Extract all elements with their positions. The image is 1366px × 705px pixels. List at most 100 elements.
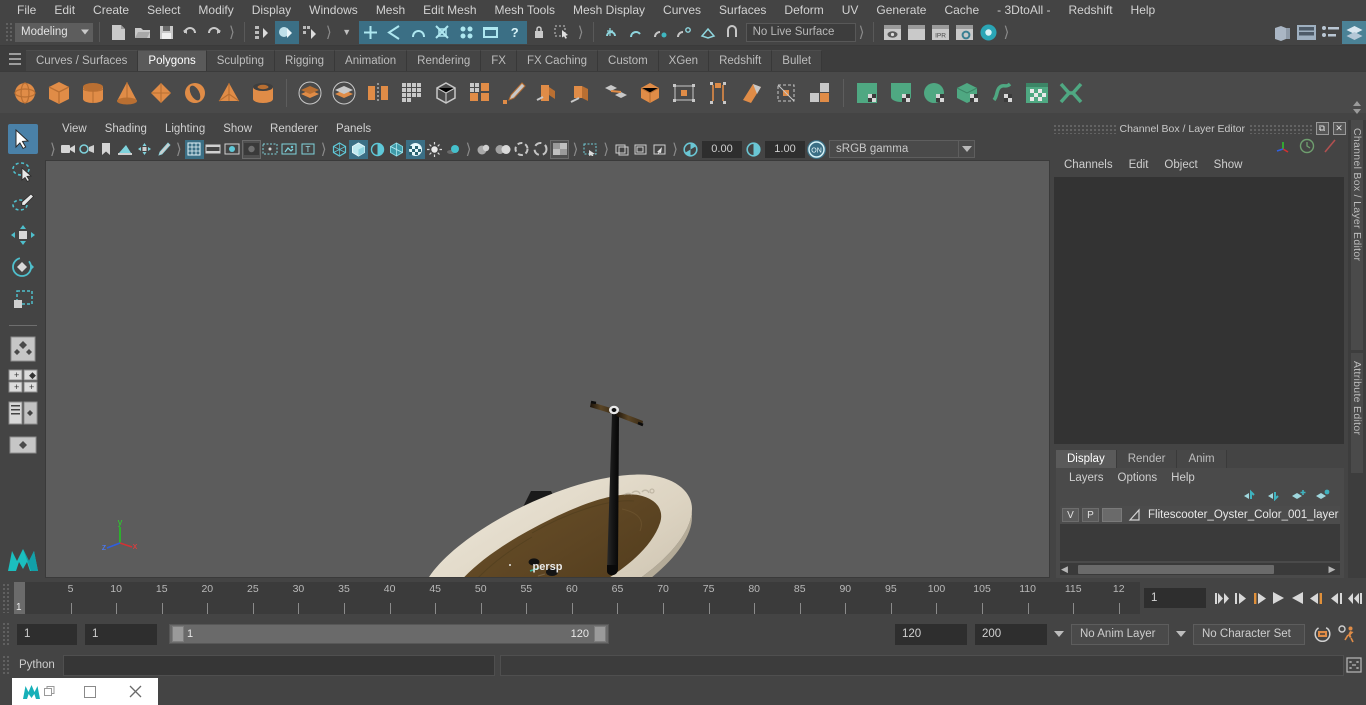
poly-cube-icon[interactable] xyxy=(42,76,76,110)
persp-graph-layout[interactable] xyxy=(8,398,38,428)
range-start-time-field[interactable]: 1 xyxy=(85,623,157,645)
select-camera-icon[interactable] xyxy=(59,140,78,159)
auto-keyframe-icon[interactable] xyxy=(1310,623,1334,645)
poly-plane-icon[interactable] xyxy=(144,76,178,110)
magnet-curve-icon[interactable] xyxy=(624,21,648,44)
step-back-frame-icon[interactable] xyxy=(1250,587,1269,609)
poly-append-icon[interactable] xyxy=(633,76,667,110)
shelf-tab-fx[interactable]: FX xyxy=(481,50,517,71)
range-end-handle[interactable] xyxy=(594,626,606,642)
magnet-plane-icon[interactable] xyxy=(696,21,720,44)
exposure-icon[interactable] xyxy=(681,140,700,159)
viewport-menu-shading[interactable]: Shading xyxy=(96,122,156,136)
poly-pyramid-icon[interactable] xyxy=(212,76,246,110)
select-by-object-icon[interactable] xyxy=(274,20,299,44)
menu-deform[interactable]: Deform xyxy=(775,1,832,19)
show-hide-tool-settings-icon[interactable] xyxy=(1318,21,1342,44)
character-set-selector[interactable]: No Character Set xyxy=(1193,623,1305,645)
poly-cylinder-icon[interactable] xyxy=(76,76,110,110)
xray-joints-icon[interactable] xyxy=(581,140,600,159)
menu-3dtoall[interactable]: - 3DtoAll - xyxy=(988,1,1059,19)
uv-unfold-icon[interactable] xyxy=(986,76,1020,110)
poly-cone-icon[interactable] xyxy=(110,76,144,110)
camera-attributes-icon[interactable] xyxy=(78,140,97,159)
panel-zoom-icon[interactable] xyxy=(631,140,650,159)
script-editor-icon[interactable] xyxy=(1345,655,1363,675)
menu-mesh[interactable]: Mesh xyxy=(367,1,414,19)
step-forward-frame-icon[interactable] xyxy=(1307,587,1326,609)
shelf-tab-curves-surfaces[interactable]: Curves / Surfaces xyxy=(26,50,139,71)
shelf-tab-rendering[interactable]: Rendering xyxy=(407,50,482,71)
snap-to-view-plane-icon[interactable] xyxy=(454,20,479,44)
command-input[interactable] xyxy=(62,654,495,676)
persp-outliner-layout[interactable]: + ◆ + + xyxy=(8,366,38,396)
viewport-menu-renderer[interactable]: Renderer xyxy=(261,122,327,136)
viewport-menu-show[interactable]: Show xyxy=(214,122,261,136)
viewport-menu-view[interactable]: View xyxy=(53,122,96,136)
wireframe-icon[interactable] xyxy=(330,140,349,159)
show-hide-channel-box-icon[interactable] xyxy=(1342,20,1366,44)
layer-tab-display[interactable]: Display xyxy=(1056,450,1117,468)
motion-blur-icon[interactable] xyxy=(493,140,512,159)
command-line-grip[interactable] xyxy=(2,655,11,675)
close-icon[interactable]: ✕ xyxy=(1332,122,1346,135)
menu-redshift[interactable]: Redshift xyxy=(1060,1,1122,19)
scroll-down-icon[interactable] xyxy=(1353,108,1361,114)
animation-start-time-field[interactable]: 1 xyxy=(17,623,77,645)
step-forward-keyframe-icon[interactable] xyxy=(1326,587,1345,609)
layer-list-horizontal-scrollbar[interactable]: ◀ ▶ xyxy=(1060,563,1341,575)
panel-drag-grip-right[interactable] xyxy=(1249,123,1312,134)
lights-toggle-icon[interactable] xyxy=(425,140,444,159)
toolbar-collapse-bracket[interactable]: ⟩ xyxy=(47,140,59,158)
time-slider-grip[interactable] xyxy=(2,583,11,613)
snap-to-projected-center-icon[interactable] xyxy=(430,20,455,44)
shadows-icon[interactable] xyxy=(444,140,463,159)
menu-select[interactable]: Select xyxy=(138,1,189,19)
menu-mesh-display[interactable]: Mesh Display xyxy=(564,1,654,19)
snap-dropdown-icon[interactable]: ▼ xyxy=(335,21,359,44)
character-set-dropdown-icon[interactable] xyxy=(1176,631,1186,637)
poly-boolean-difference-icon[interactable] xyxy=(327,76,361,110)
toolbar-collapse-bracket[interactable]: ⟩ xyxy=(569,140,581,158)
view-transform-icon[interactable] xyxy=(612,140,631,159)
gate-mask-icon[interactable] xyxy=(241,139,261,159)
xray-icon[interactable] xyxy=(280,140,299,159)
poly-target-weld-icon[interactable] xyxy=(769,76,803,110)
poly-sphere-icon[interactable] xyxy=(8,76,42,110)
toolbar-collapse-bracket[interactable]: ⟩ xyxy=(173,140,185,158)
animation-end-time-field[interactable]: 200 xyxy=(975,623,1047,645)
magnet-center-icon[interactable] xyxy=(672,21,696,44)
toolbar-collapse-bracket[interactable]: ⟩ xyxy=(318,140,330,158)
toolbar-collapse-bracket[interactable]: ⟩ xyxy=(669,140,681,158)
axis-tripod-icon[interactable] xyxy=(1274,138,1292,154)
go-to-end-icon[interactable] xyxy=(1345,587,1364,609)
menu-cache[interactable]: Cache xyxy=(935,1,988,19)
command-language-label[interactable]: Python xyxy=(11,659,63,671)
color-space-dropdown-arrow[interactable] xyxy=(959,140,976,158)
shelf-tab-redshift[interactable]: Redshift xyxy=(709,50,773,71)
menu-windows[interactable]: Windows xyxy=(300,1,367,19)
new-scene-icon[interactable] xyxy=(106,21,130,44)
menu-edit[interactable]: Edit xyxy=(45,1,84,19)
range-slider-grip[interactable] xyxy=(2,622,11,646)
menu-edit-mesh[interactable]: Edit Mesh xyxy=(414,1,485,19)
play-backwards-icon[interactable] xyxy=(1269,587,1288,609)
image-plane-icon[interactable] xyxy=(116,140,135,159)
scale-tool[interactable] xyxy=(8,284,38,314)
close-window-icon[interactable] xyxy=(113,678,158,705)
menu-modify[interactable]: Modify xyxy=(189,1,242,19)
poly-pipe-icon[interactable] xyxy=(246,76,280,110)
channel-box-list[interactable] xyxy=(1054,177,1345,444)
menu-uv[interactable]: UV xyxy=(833,1,868,19)
scroll-right-icon[interactable]: ▶ xyxy=(1327,564,1336,575)
poly-boolean-union-icon[interactable] xyxy=(293,76,327,110)
animation-preferences-icon[interactable] xyxy=(1334,623,1360,645)
texture-toggle-icon[interactable] xyxy=(405,139,425,159)
menu-mesh-tools[interactable]: Mesh Tools xyxy=(486,1,564,19)
current-frame-field[interactable]: 1 xyxy=(1144,588,1206,608)
exposure-field[interactable]: 0.00 xyxy=(702,140,743,158)
shelf-tab-xgen[interactable]: XGen xyxy=(658,50,710,71)
anim-layer-selector[interactable]: No Anim Layer xyxy=(1071,623,1169,645)
grid-toggle-icon[interactable] xyxy=(184,139,204,159)
scroll-left-icon[interactable]: ◀ xyxy=(1060,564,1069,575)
